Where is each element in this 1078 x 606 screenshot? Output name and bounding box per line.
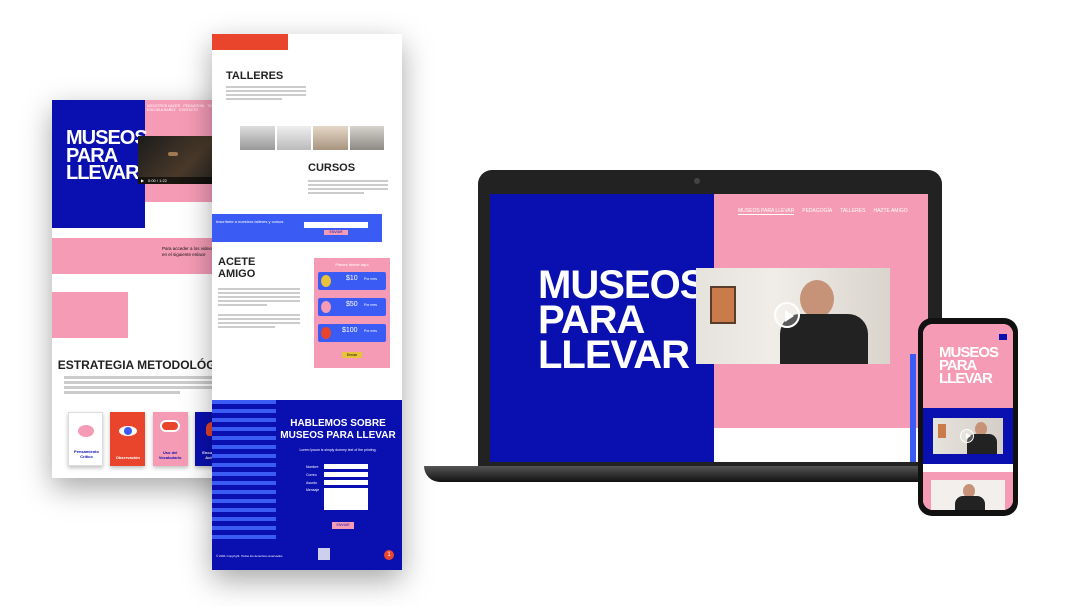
plan-button[interactable]: Enviar — [342, 352, 362, 358]
pink-block — [52, 292, 128, 338]
talleres-text — [226, 86, 306, 102]
field-label: Asunto — [306, 480, 317, 485]
notification-badge[interactable]: 1 — [384, 550, 394, 560]
card-label: Observación — [115, 455, 140, 460]
form-submit-button[interactable]: ENVIAR — [324, 230, 348, 235]
painting — [938, 424, 946, 438]
stripe-pattern — [212, 400, 276, 540]
nav-item[interactable]: Contacto — [179, 108, 198, 112]
gallery-image[interactable] — [313, 126, 348, 150]
middle-page: TALLERES CURSOS Inscríbete a nuestros ta… — [212, 34, 402, 570]
email-input[interactable] — [304, 222, 368, 228]
nav-item[interactable]: HAZTE AMIGO — [873, 208, 907, 215]
phone-video-section — [923, 408, 1013, 464]
plan-icon — [321, 275, 331, 287]
video-thumbnail[interactable] — [933, 418, 1003, 454]
gallery-image[interactable] — [349, 126, 384, 150]
video-time: 0:00 / 1:22 — [148, 178, 167, 183]
nav-item[interactable]: TALLERES — [840, 208, 865, 215]
plans-header: Planes desde aquí — [335, 262, 369, 267]
signup-form: Inscríbete a nuestros talleres y cursos … — [212, 214, 382, 242]
plan-option[interactable]: $10 Por mes — [318, 272, 386, 290]
laptop-nav: MUSEOS PARA LLEVAR PEDAGOGÍA TALLERES HA… — [738, 208, 908, 215]
phone-second-section — [923, 472, 1013, 510]
gallery-image[interactable] — [240, 126, 275, 150]
contact-form: Nombre Correo Asunto Mensaje — [306, 464, 368, 510]
contact-submit-button[interactable]: ENVIAR — [332, 522, 354, 529]
card-observation[interactable]: Observación — [110, 412, 146, 466]
plan-price: $10 — [346, 275, 358, 282]
name-field[interactable] — [324, 464, 368, 469]
eye-icon — [118, 426, 137, 436]
phone: MUSEOS PARA LLEVAR — [918, 318, 1018, 516]
painting — [710, 286, 736, 324]
play-icon[interactable] — [960, 429, 974, 443]
field-label: Nombre — [306, 464, 319, 469]
plans-panel: Planes desde aquí $10 Por mes $50 Por me… — [314, 258, 390, 368]
logo: MUSEOS PARA LLEVAR — [939, 345, 999, 388]
play-icon[interactable]: ▶ — [141, 178, 144, 183]
card-label: Pensamiento Crítico — [74, 449, 99, 459]
logo: MUSEOS PARA LLEVAR — [538, 265, 706, 378]
logo-line: LLEVAR — [939, 370, 993, 388]
plan-price: $50 — [346, 301, 358, 308]
logo: MUSEOS PARA LLEVAR — [66, 128, 148, 185]
video-player[interactable]: ▶ 0:00 / 1:22 — [138, 136, 222, 184]
laptop: MUSEOS PARA LLEVAR PEDAGOGÍA TALLERES HA… — [478, 170, 942, 470]
nav-item[interactable]: Escuela Bañez — [147, 108, 176, 112]
play-icon[interactable] — [774, 302, 800, 328]
scroll-accent — [910, 354, 916, 462]
card-critical-thinking[interactable]: Pensamiento Crítico — [68, 412, 103, 466]
strategy-text — [64, 376, 230, 394]
laptop-base — [424, 466, 984, 482]
cursos-title: CURSOS — [308, 162, 356, 174]
gallery-image[interactable] — [276, 126, 311, 150]
plan-price: $100 — [342, 327, 358, 334]
plan-option[interactable]: $50 Por mes — [318, 298, 386, 316]
card-label: Uso del Vocabulario — [158, 450, 182, 460]
nav-item[interactable]: PEDAGOGÍA — [802, 208, 832, 215]
mockup-stage: Nosotros Hacer Pedagogía Talleres Escuel… — [0, 0, 1078, 606]
phone-screen: MUSEOS PARA LLEVAR — [923, 324, 1013, 510]
field-label: Mensaje — [306, 488, 320, 492]
menu-icon[interactable] — [999, 334, 1007, 340]
plan-option[interactable]: $100 Por mes — [318, 324, 386, 342]
camera-icon — [694, 178, 700, 184]
contact-title: HABLEMOS SOBRE MUSEOS PARA LLEVAR — [280, 418, 396, 441]
plan-text — [218, 288, 300, 328]
red-tab — [212, 34, 288, 50]
card-vocabulary[interactable]: Uso del Vocabulario — [152, 412, 188, 466]
plan-label: Por mes — [364, 277, 378, 281]
brain-icon — [77, 425, 94, 437]
video-thumbnail[interactable] — [696, 268, 890, 364]
talleres-gallery — [240, 126, 384, 150]
second-thumbnail[interactable] — [931, 480, 1005, 510]
contact-subtitle: Lorem Ipsum is simply dummy text of the … — [299, 448, 377, 452]
plan-icon — [321, 327, 331, 339]
talleres-title: TALLERES — [226, 70, 284, 82]
footer-logo — [318, 548, 330, 560]
logo-line: LLEVAR — [538, 333, 690, 378]
plan-icon — [321, 301, 331, 313]
footer-text: © 2021 Copyright. Todos los derechos res… — [216, 554, 283, 558]
contact-section: HABLEMOS SOBRE MUSEOS PARA LLEVAR Lorem … — [212, 400, 402, 570]
person-head — [800, 280, 834, 318]
field-label: Correo — [306, 472, 317, 477]
form-text: Inscríbete a nuestros talleres y cursos — [216, 219, 284, 224]
strategy-cards: Pensamiento Crítico Observación Uso del … — [68, 412, 230, 466]
nav-item[interactable]: MUSEOS PARA LLEVAR — [738, 208, 795, 215]
logo-line: LLEVAR — [66, 162, 140, 185]
message-field[interactable] — [324, 488, 368, 510]
email-field[interactable] — [324, 472, 368, 477]
subject-field[interactable] — [324, 480, 368, 485]
laptop-screen: MUSEOS PARA LLEVAR PEDAGOGÍA TALLERES HA… — [490, 194, 928, 462]
mouth-icon — [160, 420, 181, 432]
plan-label: Por mes — [364, 303, 378, 307]
cursos-text — [308, 180, 388, 194]
plan-title: ACETE AMIGO — [218, 256, 256, 280]
plan-label: Por mes — [364, 329, 378, 333]
